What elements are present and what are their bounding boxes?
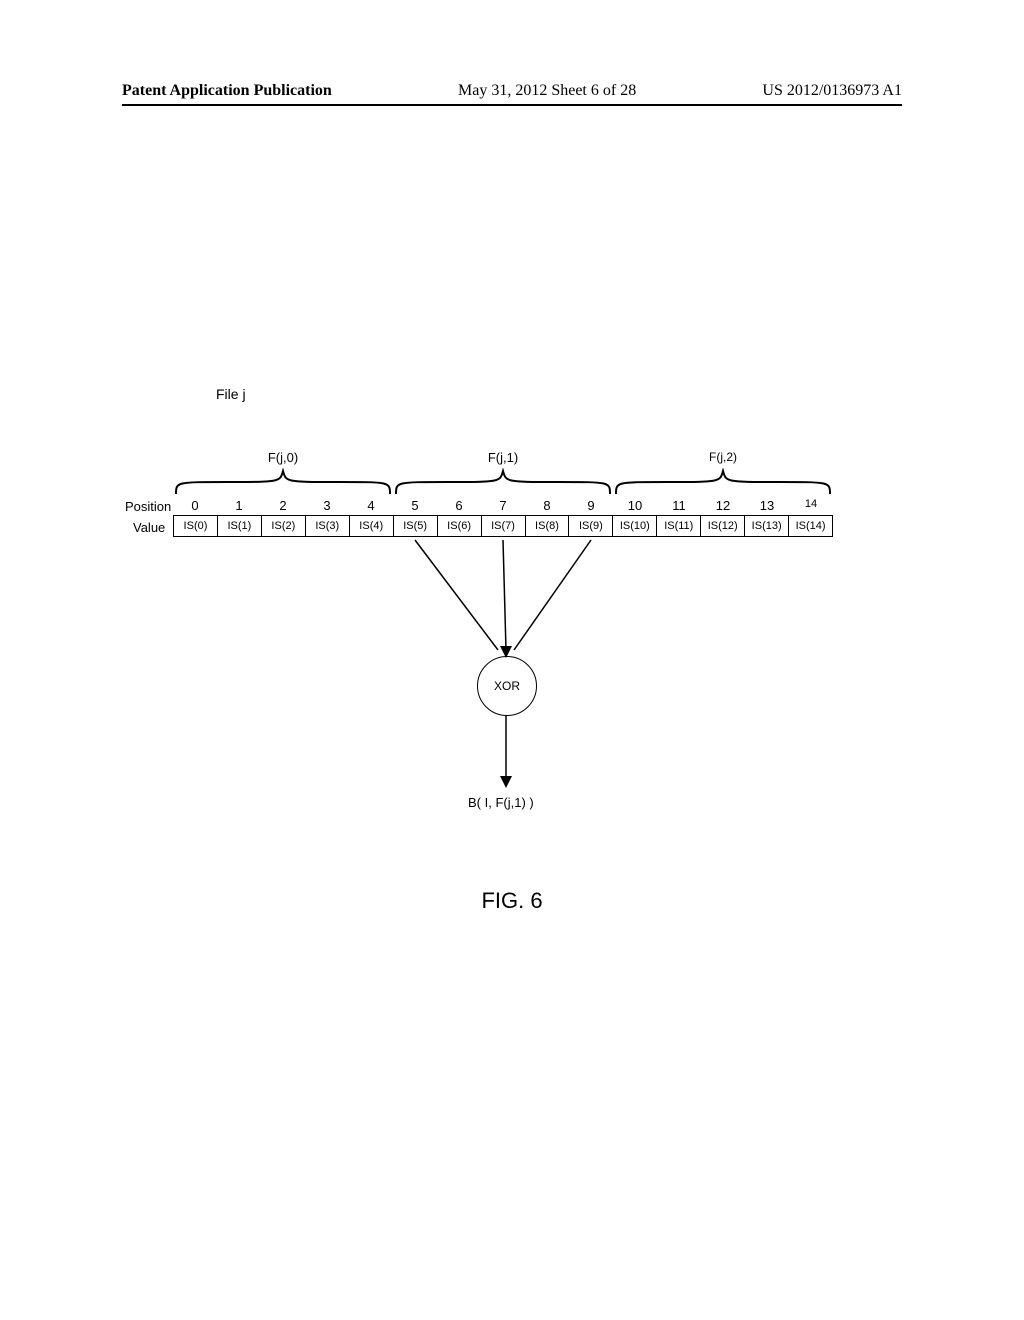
file-label: File j [216,386,246,402]
brace-icon [393,468,613,494]
value-cell: IS(13) [745,516,789,536]
brace-label-2: F(j,2) [613,450,833,464]
position-cell: 8 [525,496,569,515]
brace-icon [173,468,393,494]
position-cell: 13 [745,496,789,515]
xor-output-label: B( I, F(j,1) ) [468,795,534,810]
value-cell: IS(12) [701,516,745,536]
value-cell: IS(11) [657,516,701,536]
position-cell: 3 [305,496,349,515]
header-sheet: May 31, 2012 Sheet 6 of 28 [458,82,636,100]
header-pubnum: US 2012/0136973 A1 [762,82,902,100]
brace-group-0: F(j,0) [173,452,393,488]
brace-label-0: F(j,0) [173,450,393,465]
value-row: IS(0) IS(1) IS(2) IS(3) IS(4) IS(5) IS(6… [173,515,833,537]
header: Patent Application Publication May 31, 2… [0,82,1024,100]
row-label-value: Value [133,520,165,535]
value-cell: IS(8) [526,516,570,536]
value-cell: IS(4) [350,516,394,536]
value-cell: IS(7) [482,516,526,536]
position-cell: 5 [393,496,437,515]
position-cell: 7 [481,496,525,515]
value-cell: IS(9) [569,516,613,536]
brace-group-1: F(j,1) [393,452,613,488]
position-cell: 11 [657,496,701,515]
header-rule [122,104,902,106]
brace-icon [613,468,833,494]
value-cell: IS(6) [438,516,482,536]
position-cell: 2 [261,496,305,515]
brace-group-2: F(j,2) [613,452,833,488]
brace-label-1: F(j,1) [393,450,613,465]
value-cell: IS(0) [174,516,218,536]
figure-caption: FIG. 6 [0,888,1024,914]
position-row: 0 1 2 3 4 5 6 7 8 9 10 11 12 13 14 [173,496,833,515]
row-label-position: Position [125,499,171,514]
position-cell: 4 [349,496,393,515]
position-cell: 12 [701,496,745,515]
value-cell: IS(3) [306,516,350,536]
value-cell: IS(1) [218,516,262,536]
position-cell: 6 [437,496,481,515]
position-cell: 10 [613,496,657,515]
value-cell: IS(2) [262,516,306,536]
value-cell: IS(5) [394,516,438,536]
position-cell: 0 [173,496,217,515]
figure-diagram: Position Value F(j,0) F(j,1) F(j,2) 0 1 … [125,430,885,537]
value-cell: IS(14) [789,516,832,536]
brace-row: F(j,0) F(j,1) F(j,2) [173,452,833,488]
position-cell: 9 [569,496,613,515]
header-publication: Patent Application Publication [122,82,332,100]
value-cell: IS(10) [613,516,657,536]
position-cell: 14 [789,496,833,515]
position-cell: 1 [217,496,261,515]
